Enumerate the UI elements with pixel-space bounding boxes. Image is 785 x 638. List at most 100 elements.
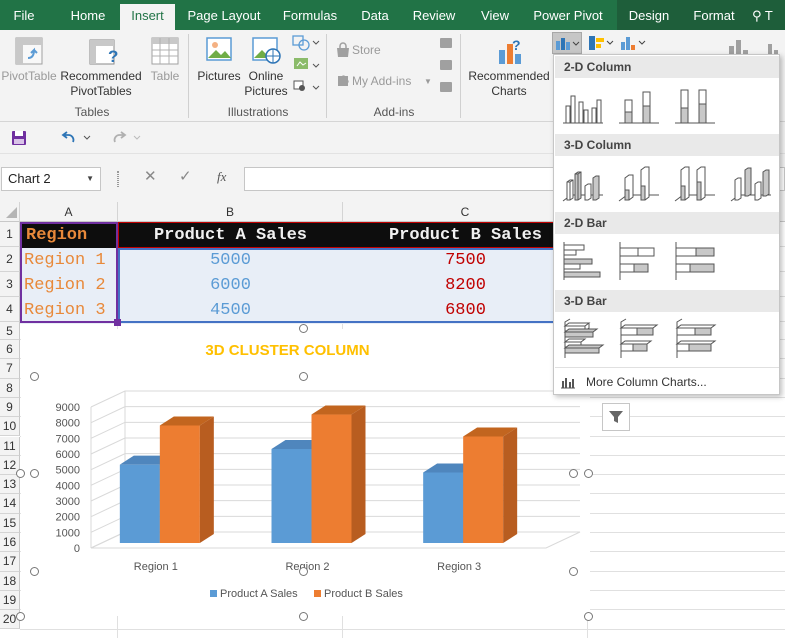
3d-100-stacked-column-thumb[interactable] bbox=[673, 162, 717, 204]
plot-area-handle[interactable] bbox=[299, 567, 308, 576]
pictures-button[interactable]: Pictures bbox=[194, 69, 244, 84]
row-header[interactable]: 18 bbox=[0, 571, 20, 591]
row-header[interactable]: 13 bbox=[0, 475, 20, 495]
tab-tell-me[interactable]: ⚲ T bbox=[752, 0, 785, 30]
range-corner-handle[interactable] bbox=[114, 319, 121, 326]
online-pictures-button[interactable]: Online Pictures bbox=[244, 69, 288, 99]
save-icon[interactable] bbox=[11, 130, 27, 146]
clustered-column-thumb[interactable] bbox=[561, 84, 605, 126]
pivottable-button[interactable]: PivotTable bbox=[0, 69, 58, 84]
tab-design[interactable]: Design bbox=[622, 0, 676, 30]
3d-stacked-column-thumb[interactable] bbox=[617, 162, 661, 204]
tab-insert[interactable]: Insert bbox=[120, 4, 175, 30]
plot-area-handle[interactable] bbox=[30, 567, 39, 576]
recommended-pivottables-button[interactable]: Recommended PivotTables bbox=[58, 69, 144, 99]
shapes-icon[interactable] bbox=[292, 35, 320, 51]
ribbon-tab-bar: File Home Insert Page Layout Formulas Da… bbox=[0, 0, 785, 30]
row-header[interactable]: 9 bbox=[0, 397, 20, 418]
gallery-section-3d-column: 3-D Column bbox=[555, 134, 779, 156]
group-label-illustrations: Illustrations bbox=[227, 105, 289, 119]
stacked-column-thumb[interactable] bbox=[617, 84, 661, 126]
screenshot-icon[interactable] bbox=[293, 80, 320, 91]
tab-review[interactable]: Review bbox=[406, 0, 462, 30]
chevron-down-icon[interactable]: ▼ bbox=[86, 168, 94, 190]
row-header[interactable]: 8 bbox=[0, 378, 20, 398]
tab-home[interactable]: Home bbox=[60, 0, 116, 30]
row-header[interactable]: 2 bbox=[0, 247, 20, 272]
row-header[interactable]: 5 bbox=[0, 322, 20, 340]
bar-product-b[interactable] bbox=[159, 416, 214, 544]
3d-stacked-bar-thumb[interactable] bbox=[617, 318, 661, 360]
smartart-icon[interactable] bbox=[294, 58, 320, 69]
tab-data[interactable]: Data bbox=[356, 0, 394, 30]
tab-format[interactable]: Format bbox=[686, 0, 742, 30]
group-separator bbox=[188, 34, 189, 118]
tab-file[interactable]: File bbox=[0, 0, 48, 30]
tab-page-layout[interactable]: Page Layout bbox=[184, 0, 264, 30]
row-header[interactable]: 11 bbox=[0, 436, 20, 456]
clustered-bar-thumb[interactable] bbox=[561, 240, 605, 282]
excel-window: File Home Insert Page Layout Formulas Da… bbox=[0, 0, 785, 638]
row-header[interactable]: 7 bbox=[0, 359, 20, 379]
name-box[interactable]: Chart 2 ▼ bbox=[1, 167, 101, 191]
more-column-charts-link[interactable]: More Column Charts... bbox=[558, 372, 776, 392]
tab-view[interactable]: View bbox=[474, 0, 516, 30]
3d-column-thumb[interactable] bbox=[729, 162, 773, 204]
cancel-icon[interactable]: ✕ bbox=[144, 167, 157, 185]
chart-resize-handle[interactable] bbox=[299, 324, 308, 333]
100-stacked-bar-thumb[interactable] bbox=[673, 240, 717, 282]
plot-area-handle[interactable] bbox=[30, 372, 39, 381]
formula-bar-resizer[interactable] bbox=[117, 171, 119, 187]
row-header[interactable]: 17 bbox=[0, 552, 20, 572]
plot-area-handle[interactable] bbox=[299, 372, 308, 381]
my-addins-button[interactable]: My Add-ins bbox=[352, 74, 422, 89]
plot-area-handle[interactable] bbox=[30, 469, 39, 478]
bar-product-b[interactable] bbox=[311, 405, 366, 543]
row-header[interactable]: 16 bbox=[0, 533, 20, 553]
plot-area-handle[interactable] bbox=[569, 469, 578, 478]
row-header[interactable]: 1 bbox=[0, 222, 20, 247]
chart-resize-handle[interactable] bbox=[584, 612, 593, 621]
row-header[interactable]: 19 bbox=[0, 590, 20, 611]
store-button[interactable]: Store bbox=[352, 43, 392, 58]
3d-clustered-bar-thumb[interactable] bbox=[561, 318, 605, 360]
table-button[interactable]: Table bbox=[146, 69, 184, 84]
hierarchy-chart-icon[interactable] bbox=[618, 33, 648, 53]
chart-resize-handle[interactable] bbox=[16, 469, 25, 478]
chart-resize-handle[interactable] bbox=[299, 612, 308, 621]
insert-function-icon[interactable]: fx bbox=[217, 169, 226, 185]
row-header[interactable]: 6 bbox=[0, 340, 20, 360]
row-header[interactable]: 14 bbox=[0, 494, 20, 514]
select-all-corner[interactable] bbox=[0, 202, 20, 222]
insert-column-chart-button[interactable] bbox=[552, 32, 582, 54]
series-name-range-highlight bbox=[118, 222, 588, 248]
3d-clustered-column-thumb[interactable] bbox=[561, 162, 605, 204]
row-header[interactable]: 10 bbox=[0, 417, 20, 437]
bar-chart-icon[interactable] bbox=[586, 33, 616, 53]
addin-apps-icons bbox=[440, 38, 452, 92]
100-stacked-column-thumb[interactable] bbox=[673, 84, 717, 126]
enter-icon[interactable]: ✓ bbox=[179, 167, 192, 185]
column-header-a[interactable]: A bbox=[20, 202, 118, 222]
group-separator bbox=[326, 34, 327, 118]
name-box-value: Chart 2 bbox=[8, 171, 51, 186]
my-addins-dropdown-icon[interactable]: ▼ bbox=[424, 74, 432, 89]
bar-product-b[interactable] bbox=[463, 427, 518, 543]
chart-resize-handle[interactable] bbox=[16, 612, 25, 621]
column-header-b[interactable]: B bbox=[118, 202, 343, 222]
row-header[interactable]: 4 bbox=[0, 297, 20, 322]
undo-icon[interactable] bbox=[60, 130, 92, 146]
tab-power-pivot[interactable]: Power Pivot bbox=[528, 0, 608, 30]
store-icon bbox=[337, 42, 349, 57]
3d-100-stacked-bar-thumb[interactable] bbox=[673, 318, 717, 360]
stacked-bar-thumb[interactable] bbox=[617, 240, 661, 282]
row-header[interactable]: 3 bbox=[0, 272, 20, 297]
row-header[interactable]: 15 bbox=[0, 513, 20, 533]
plot-area-handle[interactable] bbox=[569, 567, 578, 576]
chart-filters-button[interactable] bbox=[602, 403, 630, 431]
tab-formulas[interactable]: Formulas bbox=[276, 0, 344, 30]
redo-icon[interactable] bbox=[112, 130, 144, 146]
column-header-c[interactable]: C bbox=[343, 202, 588, 222]
chart-resize-handle[interactable] bbox=[584, 469, 593, 478]
recommended-charts-button[interactable]: Recommended Charts bbox=[466, 69, 552, 99]
